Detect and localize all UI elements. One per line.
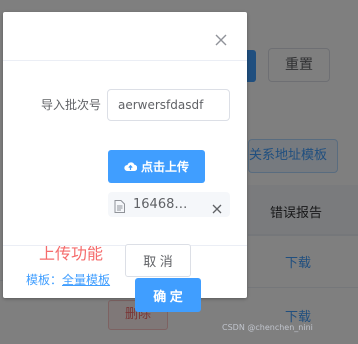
upload-button-label: 点击上传 [140,160,189,174]
full-template-link[interactable]: 全量模板 [62,273,110,287]
template-label: 模板：全量模板 [26,271,110,288]
document-icon [114,198,125,213]
upload-feature-annotation: 上传功能 [39,244,104,263]
uploaded-file-item[interactable]: 16468… [108,192,230,217]
file-name: 16468… [133,197,188,212]
cancel-button[interactable]: 取 消 [125,244,191,277]
close-icon[interactable] [212,199,222,214]
batch-number-input[interactable] [107,89,230,121]
watermark: CSDN @chenchen_nini [222,323,313,332]
upload-dialog: 导入批次号 点击上传 16468… [3,12,247,312]
dialog-header-divider [3,60,247,61]
template-prefix: 模板： [26,273,63,287]
confirm-button[interactable]: 确 定 [135,278,201,312]
batch-number-label: 导入批次号 [41,98,102,112]
upload-button[interactable]: 点击上传 [108,150,205,183]
page: 重置 关系地址模板 错误报告 下载 下载 删除 导入批次号 点击上传 [0,0,358,344]
cloud-upload-icon [124,161,138,172]
close-icon[interactable] [213,32,229,48]
